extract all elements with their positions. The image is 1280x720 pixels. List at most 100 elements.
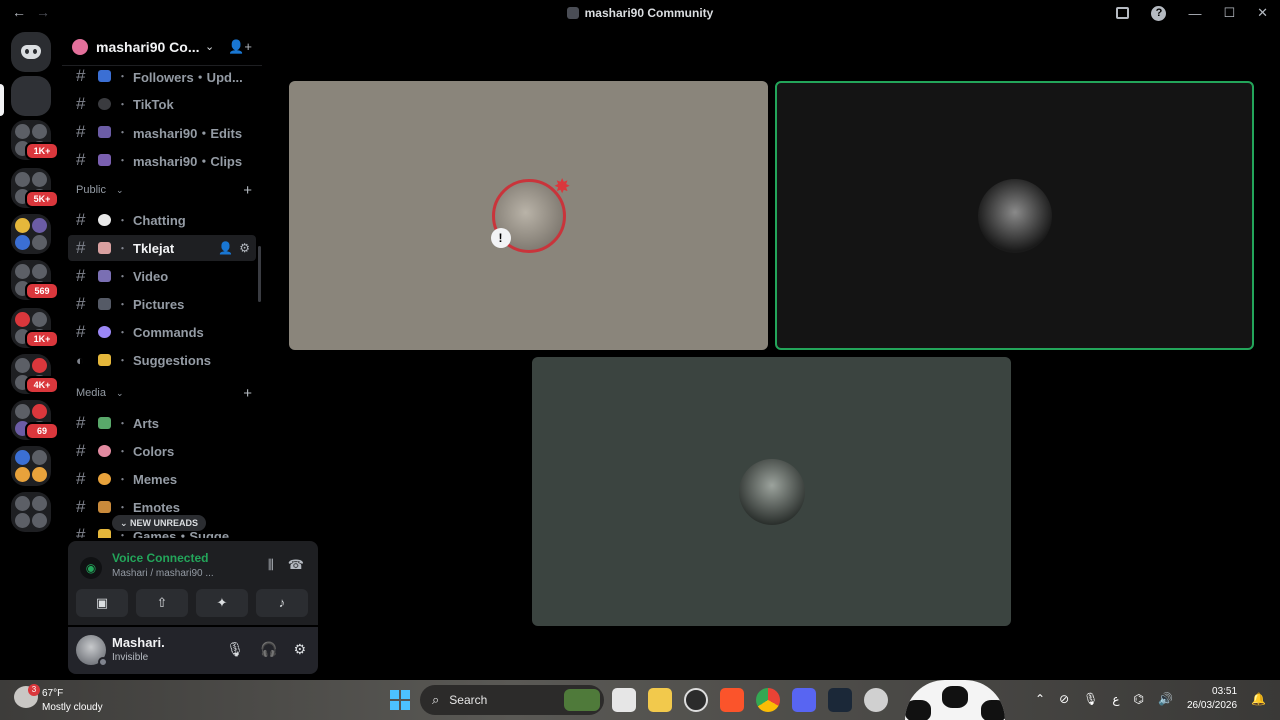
taskbar: 3 67°F Mostly cloudy ⌕ Search ⌃ ⊘ 🎙 ع ⌬ … <box>0 680 1280 720</box>
soundboard-button[interactable]: ♪ <box>256 589 308 617</box>
channel-name: Video <box>133 268 169 284</box>
temperature: 67°F <box>42 688 64 699</box>
server-header[interactable]: mashari90 Co... ⌄ 👤+ <box>62 28 262 66</box>
hash-icon: # <box>76 497 86 516</box>
channel-tiktok[interactable]: # ・ TikTok <box>68 91 256 117</box>
app-icon[interactable] <box>684 688 708 712</box>
screen-share-button[interactable]: ⇧ <box>136 589 188 617</box>
gear-icon[interactable]: ⚙ <box>239 241 250 255</box>
search-icon: ⌕ <box>432 692 440 707</box>
headphones-icon[interactable]: 🎧 <box>260 641 277 658</box>
forum-icon: ◐ <box>76 352 84 368</box>
channel-tklejat[interactable]: # ・ Tklejat 👤 ⚙ <box>68 235 256 261</box>
add-channel-icon[interactable]: + <box>243 385 252 402</box>
start-button[interactable] <box>390 690 410 710</box>
discord-icon[interactable] <box>792 688 816 712</box>
channel-name: Arts <box>133 415 160 431</box>
video-tile[interactable] <box>532 357 1011 626</box>
video-tile[interactable]: ✸ ! <box>289 81 768 350</box>
server-icon-current[interactable] <box>11 76 51 116</box>
selected-pill <box>0 84 4 116</box>
channel-arts[interactable]: # ・ Arts <box>68 410 256 436</box>
search-box[interactable]: ⌕ Search <box>420 685 604 715</box>
channel-name: Tklejat <box>133 240 175 256</box>
noise-suppression-icon[interactable]: ⫼ <box>268 557 274 573</box>
username[interactable]: Mashari. <box>112 635 165 650</box>
channel-followers[interactable]: # ・ Followers・Upd... <box>68 66 256 89</box>
channel-emoji-icon <box>98 354 111 366</box>
settings-icon[interactable] <box>864 688 888 712</box>
discord-home-button[interactable] <box>11 32 51 72</box>
microphone-icon[interactable]: 🎙 <box>226 641 244 658</box>
voice-panel: ◉ Voice Connected Mashari / mashari90 ..… <box>68 541 318 625</box>
maximize-button[interactable]: ☐ <box>1223 5 1235 21</box>
file-explorer-icon[interactable] <box>648 688 672 712</box>
channel-pictures[interactable]: # ・ Pictures <box>68 291 256 317</box>
inbox-icon[interactable] <box>1116 7 1130 19</box>
clock[interactable]: 03:51 26/03/2026 <box>1187 685 1237 713</box>
channel-name: mashari90・Clips <box>133 153 243 169</box>
channel-colors[interactable]: # ・ Colors <box>68 438 256 464</box>
channel-emoji-icon <box>98 126 111 138</box>
camera-off-button[interactable]: ▣ <box>76 589 128 617</box>
invite-people-icon[interactable]: 👤+ <box>228 39 252 55</box>
network-off-icon[interactable]: ⊘ <box>1059 692 1069 706</box>
minimize-button[interactable]: — <box>1188 6 1201 21</box>
wifi-icon[interactable]: ⌬ <box>1134 692 1144 706</box>
hash-icon: # <box>76 525 86 538</box>
channel-edits[interactable]: # ・ mashari90・Edits <box>68 119 256 145</box>
hash-icon: # <box>76 413 86 432</box>
server-folder-8[interactable] <box>11 446 51 486</box>
disconnect-icon[interactable]: ☎ <box>288 557 304 573</box>
hash-icon: # <box>76 322 86 341</box>
window-title: mashari90 Community <box>0 6 1280 20</box>
channel-memes[interactable]: # ・ Memes <box>68 466 256 492</box>
channel-suggestions[interactable]: ◐ ・ Suggestions <box>68 347 256 373</box>
channel-emoji-icon <box>98 445 111 457</box>
gear-icon[interactable]: ⚙ <box>293 641 306 658</box>
voice-status[interactable]: Voice Connected <box>112 551 208 565</box>
notification-bell-icon[interactable]: 🔔 <box>1251 692 1266 706</box>
create-invite-icon[interactable]: 👤 <box>218 241 233 255</box>
brave-browser-icon[interactable] <box>720 688 744 712</box>
signal-icon[interactable]: ◉ <box>80 557 102 579</box>
new-unreads-button[interactable]: ⌄ NEW UNREADS <box>112 515 207 531</box>
server-folder-9[interactable] <box>11 492 51 532</box>
time: 03:51 <box>1212 686 1238 697</box>
chrome-icon[interactable] <box>756 688 780 712</box>
chevron-down-icon[interactable]: ⌄ <box>205 40 214 53</box>
server-avatar <box>72 38 88 55</box>
hash-icon: # <box>76 266 86 285</box>
help-icon[interactable]: ? <box>1151 5 1167 21</box>
channel-video[interactable]: # ・ Video <box>68 263 256 289</box>
volume-icon[interactable]: 🔊 <box>1158 692 1173 706</box>
task-view-icon[interactable] <box>612 688 636 712</box>
chevron-up-icon[interactable]: ⌃ <box>1035 692 1045 706</box>
channel-list: # ・ Followers・Upd... # ・ TikTok # ・ mash… <box>62 66 262 538</box>
close-button[interactable]: ✕ <box>1257 5 1268 21</box>
language-indicator[interactable]: ع <box>1112 692 1119 706</box>
voice-icons: ⫼ ☎ <box>268 557 304 573</box>
channel-clips[interactable]: # ・ mashari90・Clips <box>68 147 256 173</box>
hash-icon: # <box>76 66 86 85</box>
channel-commands[interactable]: # ・ Commands <box>68 319 256 345</box>
voice-channel-name[interactable]: Mashari / mashari90 ... <box>112 568 214 579</box>
weather-condition: Mostly cloudy <box>42 702 103 713</box>
category-public[interactable]: Public ⌄ + <box>76 182 252 199</box>
video-tile-speaking[interactable] <box>775 81 1254 350</box>
category-media[interactable]: Media ⌄ + <box>76 385 252 402</box>
server-rail: 1K+ 5K+ 569 1K+ 4K+ 69 <box>0 28 62 680</box>
scrollbar-thumb[interactable] <box>258 246 261 302</box>
channel-emoji-icon <box>98 270 111 282</box>
activities-button[interactable]: ✦ <box>196 589 248 617</box>
channel-name: TikTok <box>133 96 174 112</box>
discord-logo-icon <box>21 45 41 59</box>
microphone-icon[interactable]: 🎙 <box>1083 692 1098 706</box>
add-channel-icon[interactable]: + <box>243 182 252 199</box>
participant-avatar <box>738 458 805 525</box>
steam-icon[interactable] <box>828 688 852 712</box>
server-folder-3[interactable] <box>11 214 51 254</box>
search-placeholder: Search <box>449 693 488 707</box>
mention-badge: 1K+ <box>25 142 59 160</box>
channel-chatting[interactable]: # ・ Chatting <box>68 207 256 233</box>
